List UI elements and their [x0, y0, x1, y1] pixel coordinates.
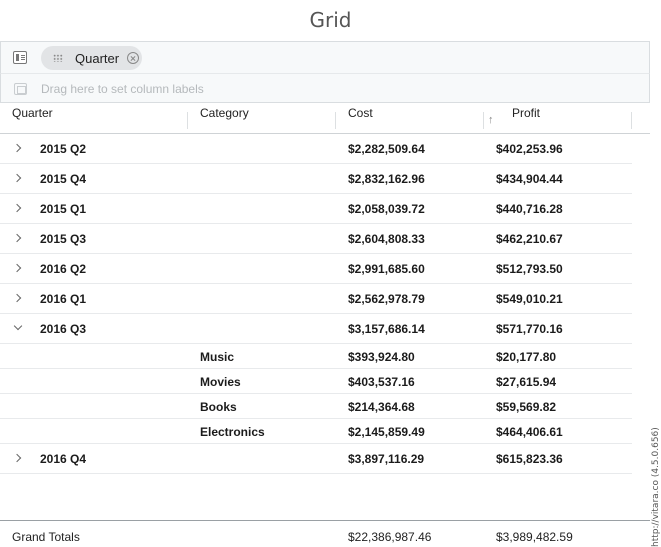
- child-row[interactable]: Music $393,924.80 $20,177.80: [0, 344, 632, 369]
- cell-profit: $571,770.16: [496, 322, 563, 336]
- cell-quarter: 2016 Q2: [40, 262, 87, 276]
- cell-cost: $393,924.80: [348, 350, 415, 364]
- group-chip-label: Quarter: [75, 50, 120, 66]
- cell-cost: $2,282,509.64: [348, 142, 425, 156]
- grand-totals-label: Grand Totals: [12, 530, 80, 544]
- cell-quarter: 2015 Q4: [40, 172, 87, 186]
- cell-profit: $27,615.94: [496, 375, 557, 389]
- cell-cost: $2,991,685.60: [348, 262, 425, 276]
- cell-profit: $512,793.50: [496, 262, 563, 276]
- cell-profit: $402,253.96: [496, 142, 563, 156]
- chevron-right-icon[interactable]: [12, 173, 24, 185]
- cell-cost: $3,157,686.14: [348, 322, 425, 336]
- column-resize-handle[interactable]: [631, 112, 632, 129]
- column-resize-handle[interactable]: [483, 112, 484, 129]
- header-cost[interactable]: Cost: [348, 106, 373, 120]
- cell-cost: $2,145,859.49: [348, 425, 425, 439]
- remove-group-icon[interactable]: [127, 52, 140, 64]
- child-row[interactable]: Movies $403,537.16 $27,615.94: [0, 369, 632, 394]
- cell-cost: $2,832,162.96: [348, 172, 425, 186]
- arrow-up-icon: ↑: [488, 114, 494, 126]
- cell-cost: $214,364.68: [348, 400, 415, 414]
- chevron-right-icon[interactable]: [12, 263, 24, 275]
- page-title: Grid: [309, 8, 352, 32]
- column-labels-drop-zone[interactable]: Drag here to set column labels: [0, 73, 650, 103]
- header-category[interactable]: Category: [200, 106, 249, 120]
- pivot-icon: [14, 83, 27, 95]
- group-row[interactable]: 2015 Q4 $2,832,162.96 $434,904.44: [0, 164, 632, 194]
- cell-quarter: 2016 Q4: [40, 452, 87, 466]
- cell-quarter: 2015 Q3: [40, 232, 87, 246]
- column-resize-handle[interactable]: [187, 112, 188, 129]
- cell-profit: $440,716.28: [496, 202, 563, 216]
- child-row[interactable]: Books $214,364.68 $59,569.82: [0, 394, 632, 419]
- cell-profit: $20,177.80: [496, 350, 557, 364]
- grid-body: 2015 Q2 $2,282,509.64 $402,253.96 2015 Q4 $2…: [0, 134, 632, 474]
- grand-total-cost: $22,386,987.46: [348, 530, 432, 544]
- cell-quarter: 2016 Q3: [40, 322, 87, 336]
- cell-quarter: 2015 Q2: [40, 142, 87, 156]
- grand-totals-row: Grand Totals $22,386,987.46 $3,989,482.5…: [0, 520, 650, 547]
- sidebar-toggle-icon[interactable]: [13, 51, 27, 64]
- chevron-right-icon[interactable]: [12, 233, 24, 245]
- drag-handle-icon[interactable]: [53, 54, 63, 62]
- group-row[interactable]: 2016 Q3 $3,157,686.14 $571,770.16: [0, 314, 632, 344]
- chevron-right-icon[interactable]: [12, 143, 24, 155]
- grid-header: Quarter Category Cost ↑ Profit: [0, 103, 650, 134]
- chevron-right-icon[interactable]: [12, 203, 24, 215]
- drop-zone-placeholder: Drag here to set column labels: [41, 82, 204, 96]
- cell-profit: $462,210.67: [496, 232, 563, 246]
- row-group-panel: Quarter: [0, 41, 650, 73]
- header-quarter[interactable]: Quarter: [12, 106, 53, 120]
- cell-category: Books: [200, 400, 237, 414]
- group-row[interactable]: 2015 Q2 $2,282,509.64 $402,253.96: [0, 134, 632, 164]
- header-profit[interactable]: Profit: [512, 106, 540, 120]
- cell-profit: $549,010.21: [496, 292, 563, 306]
- cell-profit: $59,569.82: [496, 400, 557, 414]
- group-row[interactable]: 2015 Q3 $2,604,808.33 $462,210.67: [0, 224, 632, 254]
- version-watermark: http://vitara.co (4.5.0.656): [651, 427, 661, 547]
- cell-profit: $464,406.61: [496, 425, 563, 439]
- cell-cost: $2,058,039.72: [348, 202, 425, 216]
- cell-cost: $3,897,116.29: [348, 452, 425, 466]
- group-row[interactable]: 2016 Q1 $2,562,978.79 $549,010.21: [0, 284, 632, 314]
- group-row[interactable]: 2016 Q4 $3,897,116.29 $615,823.36: [0, 444, 632, 474]
- grand-total-profit: $3,989,482.59: [496, 530, 573, 544]
- cell-quarter: 2015 Q1: [40, 202, 87, 216]
- cell-profit: $615,823.36: [496, 452, 563, 466]
- chevron-right-icon[interactable]: [12, 293, 24, 305]
- cell-cost: $403,537.16: [348, 375, 415, 389]
- cell-category: Electronics: [200, 425, 265, 439]
- cell-cost: $2,562,978.79: [348, 292, 425, 306]
- group-chip-quarter[interactable]: Quarter: [41, 46, 142, 70]
- cell-category: Movies: [200, 375, 241, 389]
- cell-category: Music: [200, 350, 235, 364]
- chevron-right-icon[interactable]: [12, 453, 24, 465]
- cell-profit: $434,904.44: [496, 172, 563, 186]
- group-row[interactable]: 2015 Q1 $2,058,039.72 $440,716.28: [0, 194, 632, 224]
- cell-cost: $2,604,808.33: [348, 232, 425, 246]
- cell-quarter: 2016 Q1: [40, 292, 87, 306]
- chevron-down-icon[interactable]: [12, 323, 24, 335]
- column-resize-handle[interactable]: [335, 112, 336, 129]
- group-row[interactable]: 2016 Q2 $2,991,685.60 $512,793.50: [0, 254, 632, 284]
- child-row[interactable]: Electronics $2,145,859.49 $464,406.61: [0, 419, 632, 444]
